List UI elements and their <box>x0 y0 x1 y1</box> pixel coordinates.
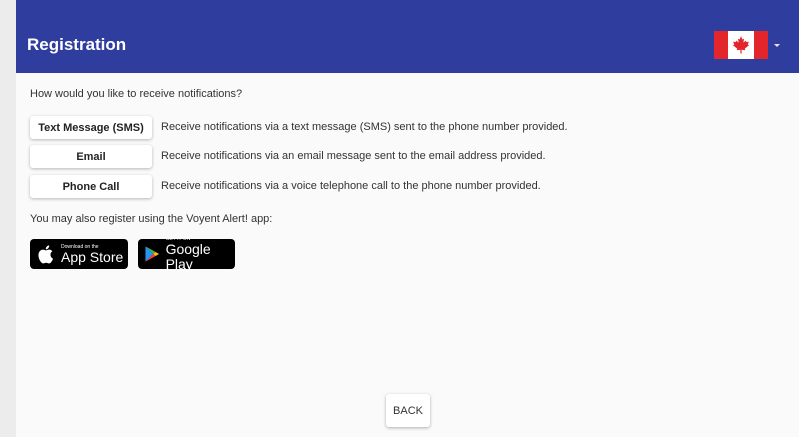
phone-call-description: Receive notifications via a voice teleph… <box>161 180 541 192</box>
page-title: Registration <box>27 35 127 54</box>
app-store-badge[interactable]: Download on the App Store <box>30 239 128 269</box>
email-description: Receive notifications via an email messa… <box>161 150 546 162</box>
header-bar: Registration <box>16 0 799 73</box>
app-register-text: You may also register using the Voyent A… <box>30 213 273 225</box>
sms-button[interactable]: Text Message (SMS) <box>30 116 152 139</box>
email-button[interactable]: Email <box>30 145 152 168</box>
back-button[interactable]: BACK <box>386 394 430 427</box>
phone-call-button[interactable]: Phone Call <box>30 175 152 198</box>
google-play-badge[interactable]: GET IT ON Google Play <box>138 236 235 272</box>
app-store-big-text: App Store <box>61 248 124 265</box>
google-play-big-text: Google Play <box>165 241 211 272</box>
sms-description: Receive notifications via a text message… <box>161 121 568 133</box>
registration-card: Registration How would you like to recei… <box>16 0 799 437</box>
canada-flag-icon <box>714 31 768 59</box>
language-selector[interactable] <box>714 31 780 59</box>
chevron-down-icon <box>774 43 780 47</box>
notification-prompt: How would you like to receive notificati… <box>30 88 243 100</box>
maple-leaf-icon <box>733 36 749 54</box>
apple-icon <box>38 245 53 264</box>
google-play-icon <box>145 246 160 262</box>
